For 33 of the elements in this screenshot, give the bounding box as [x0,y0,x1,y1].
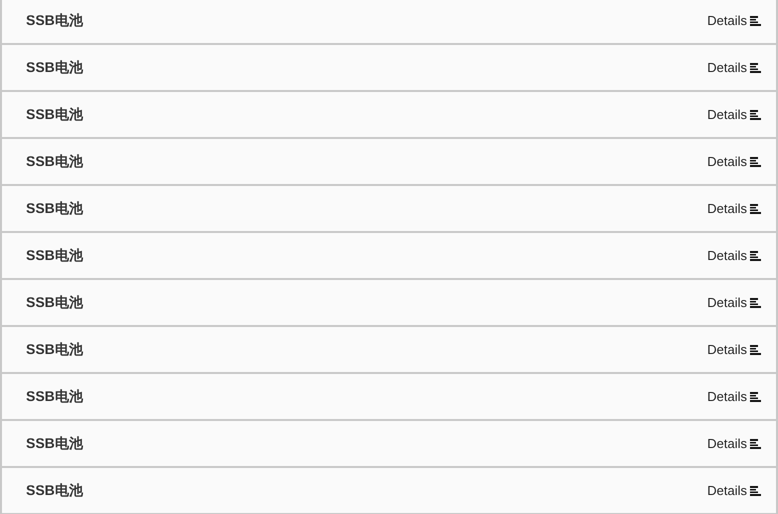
align-left-icon [750,298,762,308]
align-left-icon [750,392,762,402]
align-left-icon [750,204,762,214]
details-link[interactable]: Details [707,246,762,266]
row-title: SSB电池 [26,58,83,77]
details-link[interactable]: Details [707,340,762,360]
align-left-icon [750,486,762,496]
align-left-icon [750,250,762,260]
details-link[interactable]: Details [707,58,762,78]
align-left-icon [750,156,762,166]
align-left-icon [750,438,762,448]
align-left-icon [750,62,762,72]
details-link[interactable]: Details [707,480,762,500]
row-title: SSB电池 [26,387,83,406]
row-title: SSB电池 [26,199,83,218]
row-title: SSB电池 [26,105,83,124]
row-title: SSB电池 [26,481,83,500]
details-link[interactable]: Details [707,104,762,124]
details-link[interactable]: Details [707,10,762,30]
details-link[interactable]: Details [707,292,762,312]
align-left-icon [750,110,762,120]
details-link[interactable]: Details [707,386,762,406]
details-link[interactable]: Details [707,434,762,454]
align-left-icon [750,16,762,26]
details-link[interactable]: Details [707,198,762,218]
row-title: SSB电池 [26,434,83,453]
details-link[interactable]: Details [707,152,762,172]
row-title: SSB电池 [26,246,83,265]
align-left-icon [750,344,762,354]
row-title: SSB电池 [26,152,83,171]
row-title: SSB电池 [26,293,83,312]
row-title: SSB电池 [26,11,83,30]
row-title: SSB电池 [26,340,83,359]
